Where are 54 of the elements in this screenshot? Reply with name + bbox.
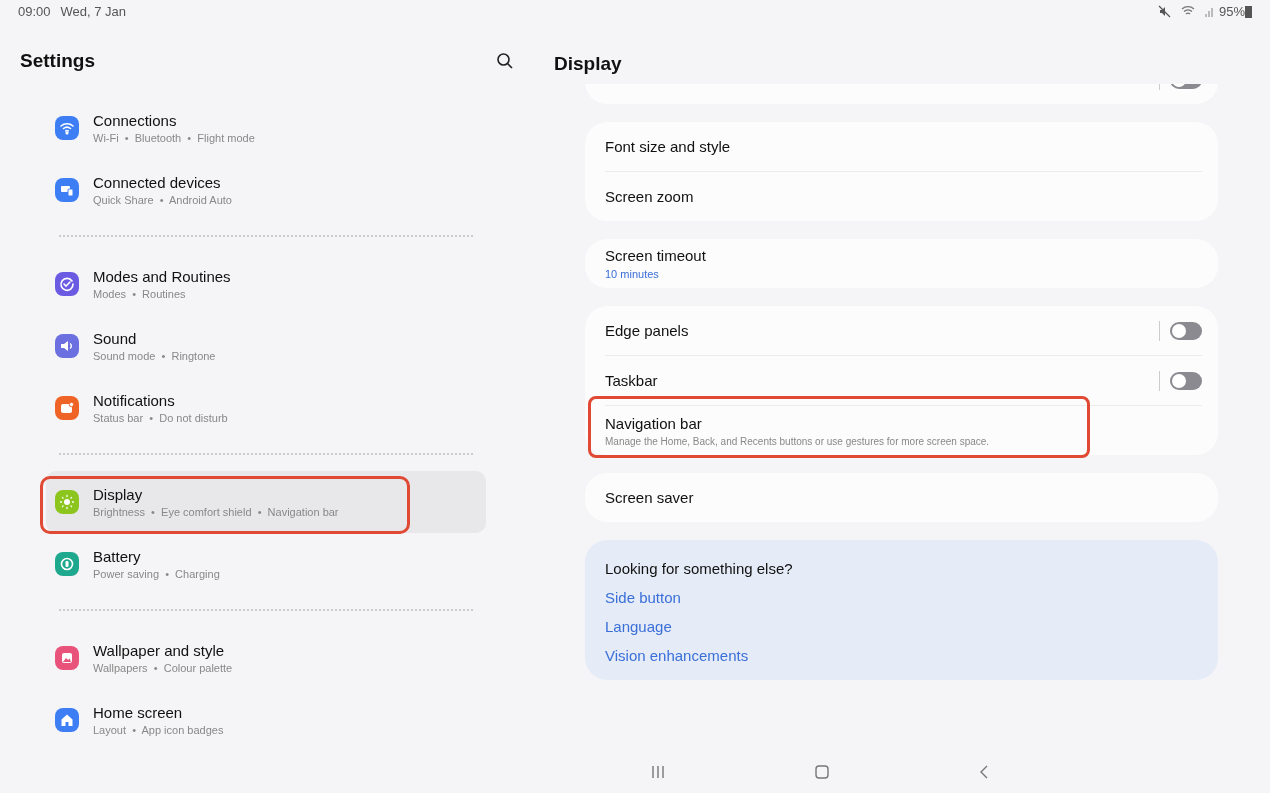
item-subtitle: Quick Share • Android Auto (93, 194, 232, 206)
item-subtitle: Modes • Routines (93, 288, 187, 300)
row-title[interactable]: Screen saver (605, 489, 1202, 506)
row-title[interactable]: Taskbar (605, 372, 1159, 389)
row-title[interactable]: Screen timeout (605, 247, 1202, 264)
sidebar-item[interactable]: Battery Power saving • Charging (46, 533, 486, 595)
row-value: 10 minutes (605, 268, 660, 280)
status-date: Wed, 7 Jan (60, 3, 127, 19)
item-subtitle: Status bar • Do not disturb (93, 412, 228, 424)
sidebar-item[interactable]: Notifications Status bar • Do not disturb (46, 377, 486, 439)
battery-icon (1245, 4, 1252, 18)
item-subtitle: Wi-Fi • Bluetooth • Flight mode (93, 132, 255, 144)
sidebar-title: Settings (20, 49, 95, 72)
toggle-switch[interactable] (1170, 371, 1202, 390)
item-title: Connected devices (93, 174, 222, 191)
suggestion-link[interactable]: Vision enhancements (605, 647, 1198, 664)
signal-icon (1204, 5, 1215, 17)
item-title: Notifications (93, 392, 176, 409)
mute-icon (1157, 4, 1171, 18)
suggestion-link[interactable]: Side button (605, 589, 1198, 606)
sidebar-item[interactable]: Modes and Routines Modes • Routines (46, 253, 486, 315)
item-title: Modes and Routines (93, 268, 231, 285)
battery-percent: 95% (1218, 3, 1245, 19)
status-time: 09:00 (18, 3, 51, 19)
toggle-switch[interactable] (1170, 321, 1202, 340)
sidebar-item[interactable]: Connections Wi-Fi • Bluetooth • Flight mode (46, 97, 486, 159)
search-icon[interactable] (496, 51, 514, 70)
row-title[interactable]: Edge panels (605, 322, 1159, 339)
item-subtitle: Sound mode • Ringtone (93, 350, 216, 362)
item-title: Home screen (93, 704, 184, 721)
sidebar-item[interactable]: Wallpaper and style Wallpapers • Colour palette (46, 627, 486, 689)
item-subtitle: Brightness • Eye comfort shield • Navigation bar (93, 506, 339, 518)
home-icon[interactable] (815, 765, 829, 779)
row-title[interactable]: Font size and style (605, 138, 1202, 155)
sidebar-item[interactable]: Connected devices Quick Share • Android Auto (46, 159, 486, 221)
item-subtitle: Wallpapers • Colour palette (93, 662, 233, 674)
back-icon[interactable] (979, 765, 989, 779)
row-title[interactable]: Navigation bar (605, 414, 1202, 432)
suggestion-link[interactable]: Language (605, 618, 1198, 635)
item-title: Sound (93, 330, 138, 347)
suggestions-title: Looking for something else? (605, 560, 794, 577)
wifi-icon (1180, 5, 1195, 17)
row-description: Manage the Home, Back, and Recents buttons or use gestures for more screen space. (605, 435, 991, 447)
row-title[interactable]: Screen zoom (605, 188, 1202, 205)
recents-icon[interactable] (651, 766, 665, 778)
item-title: Wallpaper and style (93, 642, 226, 659)
item-title: Battery (93, 548, 142, 565)
sidebar-item[interactable]: Home screen Layout • App icon badges (46, 689, 486, 751)
item-subtitle: Power saving • Charging (93, 568, 220, 580)
item-title: Connections (93, 112, 178, 129)
page-title: Display (554, 53, 622, 75)
item-title: Display (93, 486, 144, 503)
item-subtitle: Layout • App icon badges (93, 724, 224, 736)
sidebar-item[interactable]: Sound Sound mode • Ringtone (46, 315, 486, 377)
